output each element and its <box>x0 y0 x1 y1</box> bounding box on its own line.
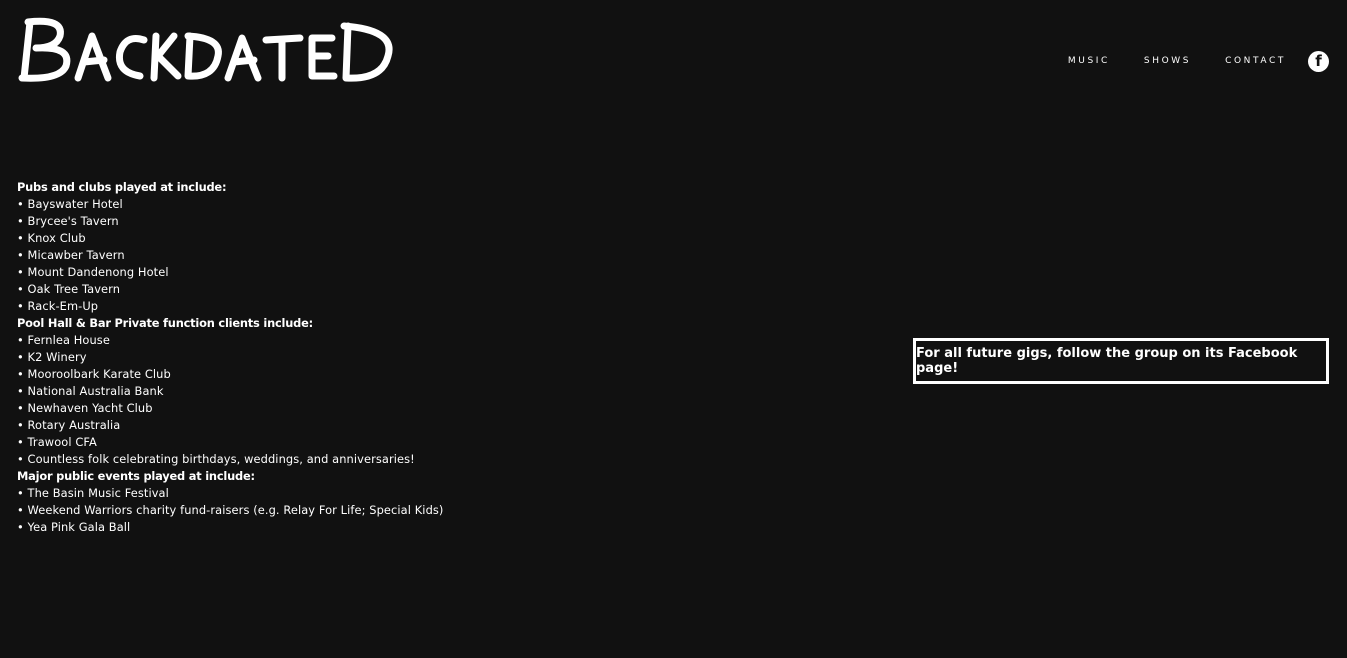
main-nav: MUSIC SHOWS CONTACT f <box>1068 50 1329 72</box>
gig-history: Pubs and clubs played at include: • Bays… <box>17 179 443 536</box>
page: MUSIC SHOWS CONTACT f Pubs and clubs pla… <box>0 0 1347 658</box>
list-item: • Micawber Tavern <box>17 248 125 262</box>
list-item: • Newhaven Yacht Club <box>17 401 153 415</box>
logo-wordmark <box>18 17 393 82</box>
list-item: • Trawool CFA <box>17 435 97 449</box>
nav-shows[interactable]: SHOWS <box>1144 50 1191 72</box>
list-item: • Yea Pink Gala Ball <box>17 520 131 534</box>
section-heading: Pubs and clubs played at include: <box>17 180 227 194</box>
list-item: • National Australia Bank <box>17 384 164 398</box>
nav-contact[interactable]: CONTACT <box>1225 50 1286 72</box>
section-heading: Major public events played at include: <box>17 469 255 483</box>
list-item: • The Basin Music Festival <box>17 486 169 500</box>
list-item: • Countless folk celebrating birthdays, … <box>17 452 415 466</box>
nav-music[interactable]: MUSIC <box>1068 50 1110 72</box>
list-item: • Mount Dandenong Hotel <box>17 265 169 279</box>
section-private-functions: Pool Hall & Bar Private function clients… <box>17 315 443 468</box>
site-logo[interactable] <box>16 16 396 86</box>
client-list: • Fernlea House • K2 Winery • Mooroolbar… <box>17 332 443 468</box>
section-public-events: Major public events played at include: •… <box>17 468 443 536</box>
list-item: • Weekend Warriors charity fund-raisers … <box>17 503 444 517</box>
list-item: • Rotary Australia <box>17 418 121 432</box>
section-pubs-clubs: Pubs and clubs played at include: • Bays… <box>17 179 443 315</box>
facebook-icon[interactable]: f <box>1308 50 1329 72</box>
list-item: • Fernlea House <box>17 333 110 347</box>
list-item: • K2 Winery <box>17 350 87 364</box>
venue-list: • Bayswater Hotel • Brycee's Tavern • Kn… <box>17 196 443 315</box>
list-item: • Brycee's Tavern <box>17 214 119 228</box>
event-list: • The Basin Music Festival • Weekend War… <box>17 485 443 536</box>
list-item: • Mooroolbark Karate Club <box>17 367 171 381</box>
list-item: • Knox Club <box>17 231 86 245</box>
section-heading: Pool Hall & Bar Private function clients… <box>17 316 314 330</box>
list-item: • Rack-Em-Up <box>17 299 99 313</box>
callout-text: For all future gigs, follow the group on… <box>916 346 1298 376</box>
list-item: • Oak Tree Tavern <box>17 282 121 296</box>
list-item: • Bayswater Hotel <box>17 197 123 211</box>
facebook-callout[interactable]: For all future gigs, follow the group on… <box>913 338 1329 384</box>
